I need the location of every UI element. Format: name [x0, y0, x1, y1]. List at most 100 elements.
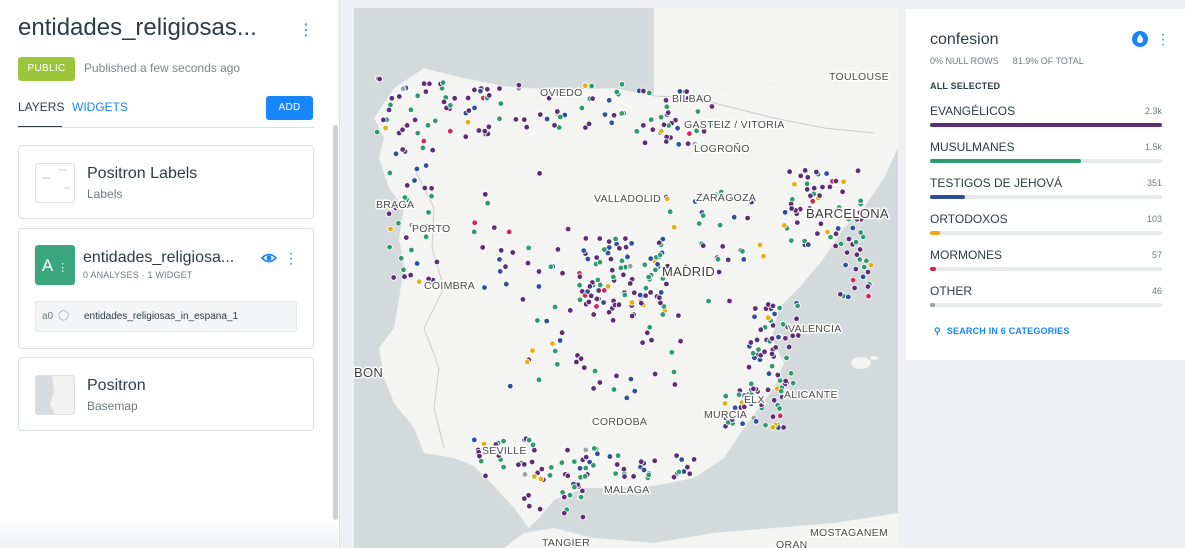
- map-point[interactable]: [585, 120, 593, 128]
- map-point[interactable]: [750, 350, 757, 357]
- map-point[interactable]: [832, 230, 840, 237]
- map-point[interactable]: [576, 282, 583, 289]
- map-point[interactable]: [481, 284, 488, 291]
- map-point[interactable]: [471, 104, 478, 112]
- map-point[interactable]: [485, 123, 493, 130]
- map-point[interactable]: [646, 324, 653, 331]
- map-point[interactable]: [588, 82, 595, 90]
- map-point[interactable]: [497, 100, 505, 107]
- map-point[interactable]: [641, 261, 648, 268]
- map-point[interactable]: [398, 255, 405, 262]
- map-point[interactable]: [668, 349, 675, 356]
- category-row[interactable]: MUSULMANES 1.5k: [930, 140, 1162, 170]
- map-point[interactable]: [558, 329, 566, 336]
- map-point[interactable]: [665, 109, 672, 116]
- map-point[interactable]: [861, 263, 868, 271]
- map-point[interactable]: [586, 283, 594, 290]
- map-point[interactable]: [865, 293, 872, 300]
- map-point[interactable]: [536, 506, 544, 513]
- map-point[interactable]: [605, 238, 613, 245]
- map-point[interactable]: [725, 256, 732, 264]
- map-point[interactable]: [408, 246, 415, 254]
- map-point[interactable]: [783, 354, 790, 362]
- map-point[interactable]: [715, 268, 723, 276]
- map-point[interactable]: [700, 212, 707, 219]
- map-point[interactable]: [610, 112, 618, 119]
- map-point[interactable]: [531, 473, 538, 480]
- map-point[interactable]: [582, 82, 589, 89]
- map-point[interactable]: [537, 475, 545, 483]
- map-point[interactable]: [768, 363, 776, 370]
- map-point[interactable]: [521, 116, 528, 123]
- map-point[interactable]: [535, 268, 543, 275]
- map-point[interactable]: [751, 313, 758, 320]
- map-point[interactable]: [404, 182, 411, 189]
- map-point[interactable]: [761, 348, 768, 355]
- map-point[interactable]: [579, 487, 586, 495]
- map-point[interactable]: [837, 291, 844, 298]
- map-point[interactable]: [529, 347, 536, 354]
- map-point[interactable]: [774, 371, 781, 379]
- map-point[interactable]: [557, 113, 564, 121]
- map-point[interactable]: [500, 437, 507, 445]
- map-point[interactable]: [386, 243, 393, 251]
- map-point[interactable]: [502, 263, 509, 270]
- map-point[interactable]: [849, 224, 856, 232]
- map-point[interactable]: [627, 375, 635, 383]
- map-point[interactable]: [827, 233, 834, 241]
- map-point[interactable]: [420, 137, 427, 145]
- map-point[interactable]: [832, 177, 840, 185]
- map-point[interactable]: [390, 274, 397, 281]
- map-point[interactable]: [658, 289, 665, 296]
- map-point[interactable]: [618, 257, 626, 264]
- map-point[interactable]: [686, 130, 693, 137]
- map-point[interactable]: [769, 424, 777, 431]
- map-point[interactable]: [851, 284, 858, 292]
- map-point[interactable]: [422, 88, 430, 95]
- map-point[interactable]: [785, 343, 793, 351]
- map-point[interactable]: [596, 379, 604, 386]
- map-point[interactable]: [600, 299, 607, 306]
- map-point[interactable]: [528, 458, 536, 466]
- map-point[interactable]: [651, 370, 659, 378]
- map-point[interactable]: [482, 472, 489, 480]
- map-point[interactable]: [424, 122, 432, 129]
- map-point[interactable]: [660, 121, 668, 128]
- map-point[interactable]: [776, 304, 783, 312]
- map-point[interactable]: [787, 370, 795, 377]
- map-point[interactable]: [531, 447, 538, 454]
- map-point[interactable]: [420, 80, 428, 87]
- map-point[interactable]: [612, 470, 619, 477]
- map-point[interactable]: [771, 397, 778, 404]
- map-point[interactable]: [684, 464, 691, 471]
- map-point[interactable]: [558, 459, 566, 466]
- map-point[interactable]: [624, 253, 631, 261]
- map-point[interactable]: [753, 418, 760, 425]
- map-point[interactable]: [794, 302, 801, 310]
- map-point[interactable]: [645, 273, 652, 281]
- map-point[interactable]: [432, 117, 439, 124]
- map-point[interactable]: [505, 228, 513, 236]
- map-point[interactable]: [648, 337, 655, 344]
- map-point[interactable]: [817, 220, 825, 227]
- map-point[interactable]: [403, 234, 410, 241]
- map-point[interactable]: [819, 183, 826, 191]
- map-point[interactable]: [863, 257, 870, 264]
- category-row[interactable]: MORMONES 57: [930, 248, 1162, 278]
- map-point[interactable]: [471, 86, 478, 94]
- map-point[interactable]: [621, 291, 628, 299]
- map-point[interactable]: [386, 169, 394, 177]
- map-point[interactable]: [775, 334, 782, 341]
- map-point[interactable]: [804, 174, 811, 181]
- map-point[interactable]: [631, 289, 638, 296]
- map-point[interactable]: [705, 297, 712, 305]
- map-point[interactable]: [797, 172, 804, 180]
- map-point[interactable]: [465, 107, 473, 114]
- map-point[interactable]: [613, 372, 620, 380]
- map-point[interactable]: [482, 191, 489, 198]
- map-point[interactable]: [594, 450, 601, 457]
- map-point[interactable]: [428, 192, 435, 200]
- map-point[interactable]: [485, 92, 493, 99]
- map-point[interactable]: [856, 246, 864, 253]
- map-point[interactable]: [678, 456, 685, 463]
